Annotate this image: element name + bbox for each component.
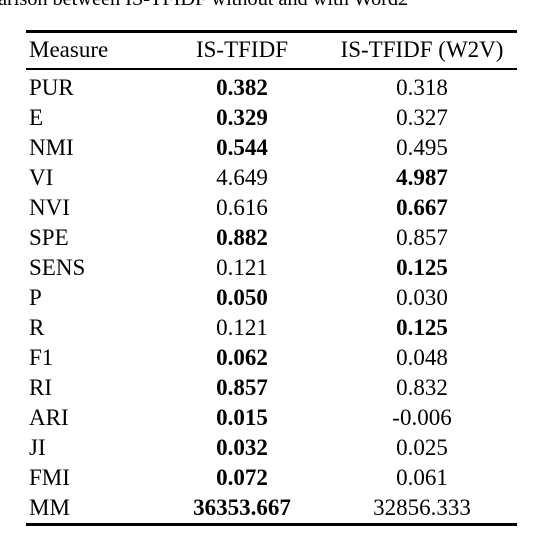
table-body: PUR 0.382 0.318 E 0.329 0.327 NMI 0.544 0.495 VI 4… <box>26 69 517 525</box>
table-footer-rule <box>26 523 517 527</box>
cell-is-tfidf: 0.616 <box>216 195 268 221</box>
cell-is-tfidf-w2v: 0.061 <box>396 465 448 491</box>
cell-is-tfidf-w2v: 0.832 <box>396 375 448 401</box>
cell-is-tfidf-w2v: 0.327 <box>396 105 448 131</box>
table-row: VI 4.649 4.987 <box>26 163 517 193</box>
cell-is-tfidf: 0.382 <box>216 75 268 101</box>
table-row: ARI 0.015 -0.006 <box>26 403 517 433</box>
table-header: Measure IS-TFIDF IS-TFIDF (W2V) <box>26 30 517 71</box>
cell-is-tfidf: 0.329 <box>216 105 268 131</box>
table-row: NVI 0.616 0.667 <box>26 193 517 223</box>
table-header-row: Measure IS-TFIDF IS-TFIDF (W2V) <box>26 30 517 71</box>
cell-is-tfidf-w2v: 0.667 <box>396 195 448 221</box>
cell-is-tfidf-w2v: 4.987 <box>396 165 448 191</box>
cell-measure: VI <box>29 165 54 191</box>
table-row: E 0.329 0.327 <box>26 103 517 133</box>
cell-is-tfidf: 0.857 <box>216 375 268 401</box>
table-row: NMI 0.544 0.495 <box>26 133 517 163</box>
cell-measure: R <box>29 315 45 341</box>
cell-measure: SPE <box>29 225 69 251</box>
cell-is-tfidf-w2v: 0.025 <box>396 435 448 461</box>
comparison-table: Measure IS-TFIDF IS-TFIDF (W2V) PUR 0.382… <box>26 30 517 527</box>
cell-measure: NVI <box>29 195 70 221</box>
table-bottom-rule-row <box>26 523 517 527</box>
cell-is-tfidf-w2v: 0.030 <box>396 285 448 311</box>
cell-is-tfidf-w2v: 0.318 <box>396 75 448 101</box>
cell-measure: PUR <box>29 75 74 101</box>
cell-is-tfidf: 4.649 <box>216 165 268 191</box>
table-row: P 0.050 0.030 <box>26 283 517 313</box>
cell-is-tfidf-w2v: 0.125 <box>396 255 448 281</box>
column-header-is-tfidf-w2v: IS-TFIDF (W2V) <box>327 30 517 71</box>
cell-is-tfidf: 0.882 <box>216 225 268 251</box>
table-bottom-rule-cell <box>327 523 517 527</box>
table-row: JI 0.032 0.025 <box>26 433 517 463</box>
table-row: FMI 0.072 0.061 <box>26 463 517 493</box>
cell-measure: NMI <box>29 135 74 161</box>
cell-is-tfidf: 0.062 <box>216 345 268 371</box>
cell-is-tfidf: 0.015 <box>216 405 268 431</box>
cell-measure: ARI <box>29 405 69 431</box>
table-row: PUR 0.382 0.318 <box>26 69 517 103</box>
cell-is-tfidf: 0.121 <box>216 255 268 281</box>
cell-is-tfidf: 0.032 <box>216 435 268 461</box>
column-header-is-tfidf: IS-TFIDF <box>157 30 327 71</box>
table-row: F1 0.062 0.048 <box>26 343 517 373</box>
cell-measure: JI <box>29 435 46 461</box>
cell-measure: E <box>29 105 44 131</box>
cell-measure: FMI <box>29 465 70 491</box>
table-row: RI 0.857 0.832 <box>26 373 517 403</box>
table-row: SENS 0.121 0.125 <box>26 253 517 283</box>
table-bottom-rule-cell <box>26 523 157 527</box>
cell-is-tfidf-w2v: 0.125 <box>396 315 448 341</box>
cell-measure: RI <box>29 375 52 401</box>
cell-is-tfidf: 0.072 <box>216 465 268 491</box>
cell-is-tfidf-w2v: 32856.333 <box>373 495 471 521</box>
cell-is-tfidf-w2v: -0.006 <box>392 405 452 431</box>
cell-is-tfidf: 0.544 <box>216 135 268 161</box>
table-row: SPE 0.882 0.857 <box>26 223 517 253</box>
table-row: R 0.121 0.125 <box>26 313 517 343</box>
table-caption-text: arison between IS-TFIDF without and with… <box>0 0 408 11</box>
cell-is-tfidf: 36353.667 <box>193 495 291 521</box>
cell-is-tfidf: 0.121 <box>216 315 268 341</box>
cell-is-tfidf-w2v: 0.857 <box>396 225 448 251</box>
cell-measure: MM <box>29 495 70 521</box>
comparison-table-container: Measure IS-TFIDF IS-TFIDF (W2V) PUR 0.382… <box>26 30 517 527</box>
cell-is-tfidf-w2v: 0.048 <box>396 345 448 371</box>
cell-is-tfidf-w2v: 0.495 <box>396 135 448 161</box>
cell-measure: P <box>29 285 42 311</box>
table-row: MM 36353.667 32856.333 <box>26 493 517 525</box>
cell-is-tfidf: 0.050 <box>216 285 268 311</box>
cell-measure: SENS <box>29 255 86 281</box>
column-header-measure: Measure <box>26 30 157 71</box>
cell-measure: F1 <box>29 345 54 371</box>
table-bottom-rule-cell <box>157 523 327 527</box>
table-caption: arison between IS-TFIDF without and with… <box>0 0 544 16</box>
page-root: arison between IS-TFIDF without and with… <box>0 0 544 550</box>
